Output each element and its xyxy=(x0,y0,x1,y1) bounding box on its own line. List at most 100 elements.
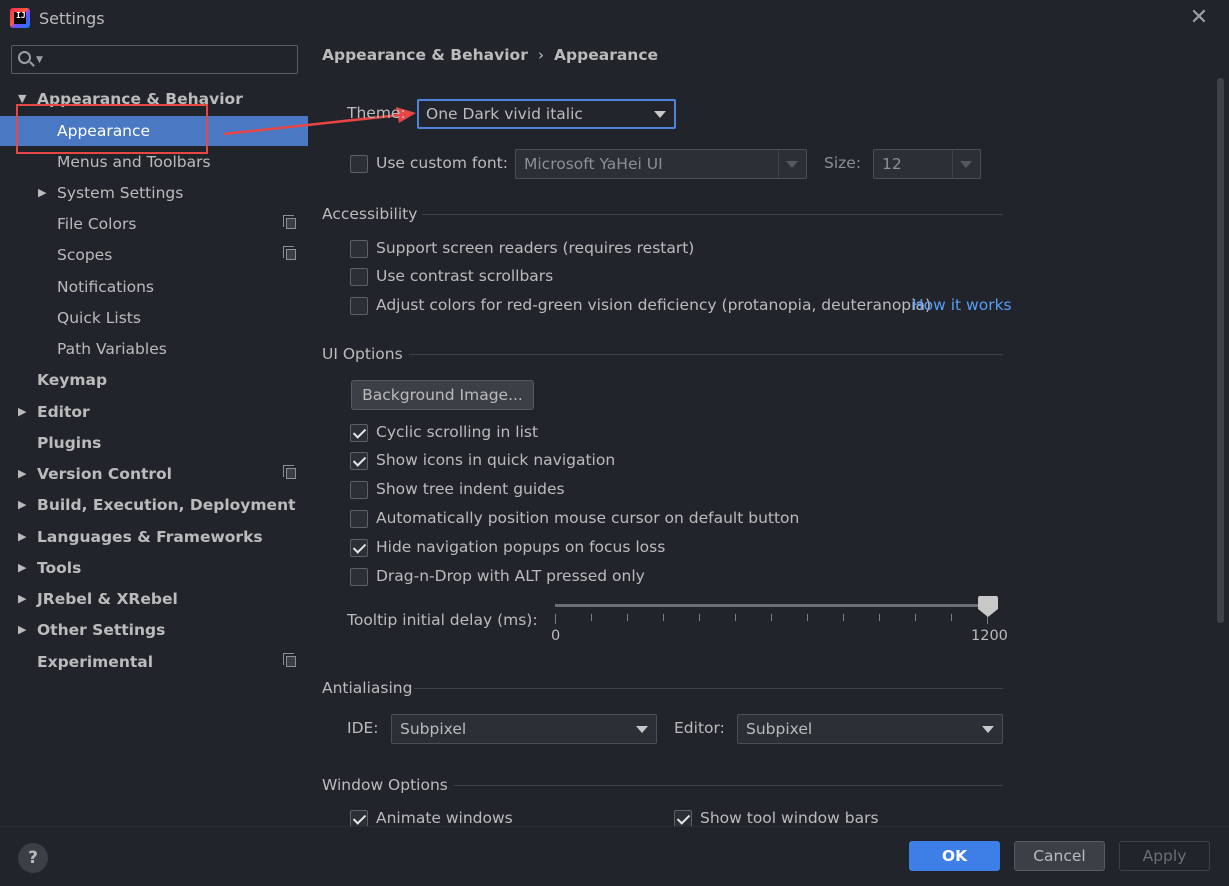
sidebar-item-system-settings[interactable]: ▶ System Settings xyxy=(0,178,308,208)
use-custom-font-checkbox[interactable] xyxy=(350,155,368,173)
cyclic-scrolling-checkbox[interactable] xyxy=(350,424,368,442)
contrast-scrollbars-label: Use contrast scrollbars xyxy=(376,267,554,285)
sidebar-item-file-colors[interactable]: File Colors xyxy=(0,209,308,239)
slider-tick xyxy=(699,614,700,621)
project-level-icon xyxy=(283,215,296,229)
sidebar-item-editor[interactable]: ▶ Editor xyxy=(0,397,308,427)
sidebar-item-label: Scopes xyxy=(57,246,113,264)
tooltip-delay-slider-track[interactable] xyxy=(555,604,987,607)
ui-options-section-title: UI Options xyxy=(322,345,403,363)
project-level-icon xyxy=(283,465,296,479)
tree-indent-guides-checkbox[interactable] xyxy=(350,481,368,499)
expand-arrow-icon[interactable]: ▶ xyxy=(18,490,26,520)
custom-font-dropdown[interactable]: Microsoft YaHei UI xyxy=(515,149,807,179)
sidebar-item-version-control[interactable]: ▶ Version Control xyxy=(0,459,308,489)
apply-button[interactable]: Apply xyxy=(1119,841,1210,871)
screen-readers-checkbox[interactable] xyxy=(350,240,368,258)
quick-nav-icons-checkbox[interactable] xyxy=(350,452,368,470)
cancel-button[interactable]: Cancel xyxy=(1014,841,1105,871)
sidebar-item-label: Other Settings xyxy=(37,621,166,639)
intellij-app-icon: IJ xyxy=(10,8,30,28)
chevron-down-icon xyxy=(982,726,994,733)
content-scrollbar[interactable] xyxy=(1217,78,1224,623)
sidebar-item-quick-lists[interactable]: Quick Lists xyxy=(0,303,308,333)
expand-arrow-icon[interactable]: ▶ xyxy=(18,615,26,645)
font-size-dropdown[interactable]: 12 xyxy=(873,149,981,179)
chevron-down-icon xyxy=(636,726,648,733)
expand-arrow-icon[interactable]: ▶ xyxy=(38,178,46,208)
project-level-icon xyxy=(283,246,296,260)
drag-n-drop-alt-checkbox[interactable] xyxy=(350,568,368,586)
expand-arrow-icon[interactable]: ▶ xyxy=(18,397,26,427)
search-history-dropdown-icon[interactable]: ▼ xyxy=(36,55,43,65)
antialiasing-section-title: Antialiasing xyxy=(322,679,413,697)
sidebar-item-label: Tools xyxy=(37,559,82,577)
hide-nav-popups-checkbox[interactable] xyxy=(350,539,368,557)
use-custom-font-label: Use custom font: xyxy=(376,154,508,172)
window-title: Settings xyxy=(39,9,105,28)
sidebar-item-label: Version Control xyxy=(37,465,172,483)
slider-tick xyxy=(951,614,952,621)
sidebar-item-jrebel-xrebel[interactable]: ▶ JRebel & XRebel xyxy=(0,584,308,614)
sidebar-item-build-execution-deployment[interactable]: ▶ Build, Execution, Deployment xyxy=(0,490,308,520)
color-deficiency-label: Adjust colors for red-green vision defic… xyxy=(376,296,931,314)
slider-max-label: 1200 xyxy=(971,628,1008,644)
ide-aa-label: IDE: xyxy=(347,719,379,737)
section-divider xyxy=(409,354,1003,355)
breadcrumb-current: Appearance xyxy=(554,46,659,64)
section-divider xyxy=(414,688,1003,689)
app-icon-text: IJ xyxy=(16,11,26,20)
tree-indent-guides-label: Show tree indent guides xyxy=(376,480,565,498)
sidebar-item-scopes[interactable]: Scopes xyxy=(0,240,308,270)
background-image-button[interactable]: Background Image... xyxy=(351,380,534,410)
cyclic-scrolling-label: Cyclic scrolling in list xyxy=(376,423,539,441)
sidebar-item-tools[interactable]: ▶ Tools xyxy=(0,553,308,583)
sidebar-item-label: System Settings xyxy=(57,184,184,202)
sidebar-item-label: JRebel & XRebel xyxy=(37,590,178,608)
breadcrumb-separator: › xyxy=(537,46,545,64)
breadcrumb: Appearance & Behavior › Appearance xyxy=(322,46,658,64)
ide-antialiasing-value: Subpixel xyxy=(400,720,467,738)
ok-button[interactable]: OK xyxy=(909,841,1000,871)
sidebar-item-keymap[interactable]: Keymap xyxy=(0,365,308,395)
ide-antialiasing-dropdown[interactable]: Subpixel xyxy=(391,714,657,744)
expand-arrow-icon[interactable]: ▶ xyxy=(18,522,26,552)
help-button[interactable]: ? xyxy=(18,843,48,873)
close-icon[interactable]: ✕ xyxy=(1186,5,1212,31)
auto-mouse-cursor-label: Automatically position mouse cursor on d… xyxy=(376,509,800,527)
custom-font-value: Microsoft YaHei UI xyxy=(524,155,663,173)
sidebar-item-label: Path Variables xyxy=(57,340,167,358)
editor-antialiasing-dropdown[interactable]: Subpixel xyxy=(737,714,1003,744)
sidebar-item-label: Build, Execution, Deployment xyxy=(37,496,296,514)
project-level-icon xyxy=(283,653,296,667)
tooltip-delay-label: Tooltip initial delay (ms): xyxy=(347,611,538,629)
sidebar-item-label: Quick Lists xyxy=(57,309,141,327)
slider-tick xyxy=(807,614,808,621)
window-options-section-title: Window Options xyxy=(322,776,448,794)
sidebar-item-plugins[interactable]: Plugins xyxy=(0,428,308,458)
combo-splitter xyxy=(952,150,953,178)
sidebar-item-label: Keymap xyxy=(37,371,108,389)
animate-windows-label: Animate windows xyxy=(376,809,513,827)
sidebar-item-path-variables[interactable]: Path Variables xyxy=(0,334,308,364)
auto-mouse-cursor-checkbox[interactable] xyxy=(350,510,368,528)
search-icon xyxy=(18,51,31,64)
chevron-down-icon xyxy=(654,111,666,118)
tooltip-delay-slider-thumb[interactable] xyxy=(978,596,998,617)
how-it-works-link[interactable]: How it works xyxy=(912,296,1012,314)
expand-arrow-icon[interactable]: ▶ xyxy=(18,459,26,489)
settings-search-input[interactable]: ▼ xyxy=(11,45,298,74)
theme-dropdown[interactable]: One Dark vivid italic xyxy=(417,99,676,129)
tool-window-bars-label: Show tool window bars xyxy=(700,809,879,827)
sidebar-item-languages-frameworks[interactable]: ▶ Languages & Frameworks xyxy=(0,522,308,552)
slider-tick xyxy=(555,614,556,624)
breadcrumb-parent[interactable]: Appearance & Behavior xyxy=(322,46,528,64)
expand-arrow-icon[interactable]: ▶ xyxy=(18,584,26,614)
sidebar-item-experimental[interactable]: Experimental xyxy=(0,647,308,677)
slider-tick xyxy=(879,614,880,621)
contrast-scrollbars-checkbox[interactable] xyxy=(350,268,368,286)
sidebar-item-other-settings[interactable]: ▶ Other Settings xyxy=(0,615,308,645)
expand-arrow-icon[interactable]: ▶ xyxy=(18,553,26,583)
sidebar-item-notifications[interactable]: Notifications xyxy=(0,272,308,302)
color-deficiency-checkbox[interactable] xyxy=(350,297,368,315)
